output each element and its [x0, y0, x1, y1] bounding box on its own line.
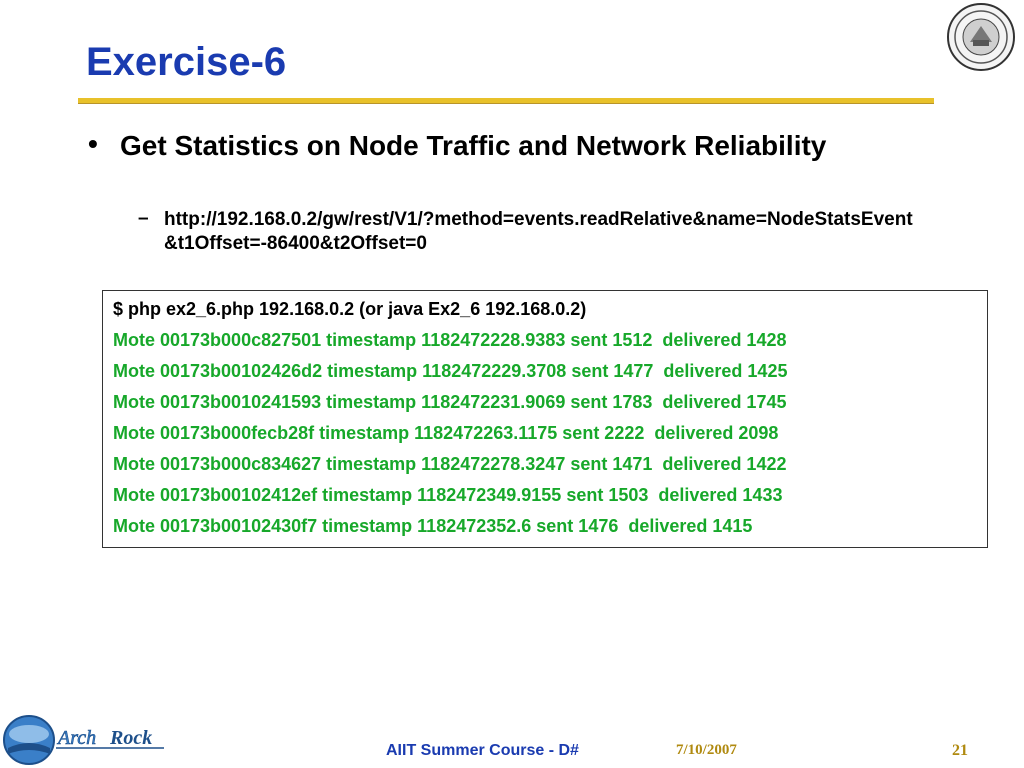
footer-course: AIIT Summer Course - D#: [386, 742, 579, 759]
page-number: 21: [952, 742, 968, 759]
sub-bullet-marker: –: [138, 208, 149, 229]
output-line: Mote 00173b000fecb28f timestamp 11824722…: [113, 423, 779, 443]
logo-text-rock: Rock: [109, 727, 152, 749]
bullet-marker: •: [88, 128, 98, 159]
output-line: Mote 00173b00102412ef timestamp 11824723…: [113, 485, 783, 505]
university-seal-icon: [947, 3, 1015, 71]
command-line: $ php ex2_6.php 192.168.0.2 (or java Ex2…: [113, 299, 587, 319]
output-line: Mote 00173b000c827501 timestamp 11824722…: [113, 330, 787, 350]
logo-text-arch: Arch: [56, 727, 96, 749]
archrock-logo-icon: Arch Rock: [3, 715, 164, 765]
footer-date: 7/10/2007: [676, 742, 737, 758]
sub-bullet-url: http://192.168.0.2/gw/rest/V1/?method=ev…: [164, 209, 913, 254]
output-line: Mote 00173b00102426d2 timestamp 11824722…: [113, 361, 788, 381]
bullet-text: Get Statistics on Node Traffic and Netwo…: [120, 130, 827, 161]
output-line: Mote 00173b00102430f7 timestamp 11824723…: [113, 516, 753, 536]
output-line: Mote 00173b0010241593 timestamp 11824722…: [113, 392, 787, 412]
command-output-box: $ php ex2_6.php 192.168.0.2 (or java Ex2…: [102, 290, 988, 548]
output-line: Mote 00173b000c834627 timestamp 11824722…: [113, 454, 787, 474]
slide-title: Exercise-6: [86, 40, 287, 84]
title-underline: [78, 98, 934, 104]
